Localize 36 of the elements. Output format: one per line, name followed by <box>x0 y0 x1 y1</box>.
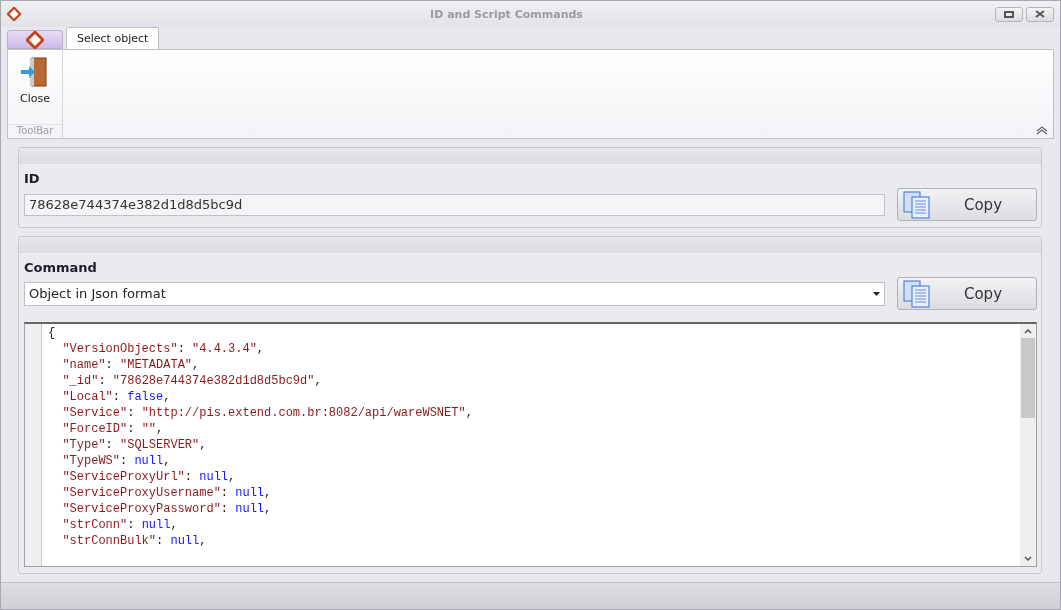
code-line: "VersionObjects": "4.4.3.4", <box>61 341 266 357</box>
window-title: ID and Script Commands <box>429 7 584 21</box>
ribbon-tab[interactable]: Select object <box>66 27 160 49</box>
copy-button[interactable]: Copy <box>897 277 1037 310</box>
close-button[interactable]: Close <box>16 50 54 124</box>
code-line: "Type": "SQLSERVER", <box>61 437 208 453</box>
code-line: "ServiceProxyUsername": null, <box>61 485 273 501</box>
code-line: { <box>48 325 57 341</box>
code-editor[interactable] <box>24 322 1037 567</box>
code-line: "strConn": null, <box>61 517 179 533</box>
code-line: "name": "METADATA", <box>61 357 201 373</box>
code-line: "Local": false, <box>61 389 172 405</box>
application-menu-button[interactable] <box>7 30 63 49</box>
code-line: "ForceID": "", <box>61 421 165 437</box>
door-exit-icon <box>20 56 50 88</box>
group-label: ToolBar <box>8 124 62 138</box>
copy-button[interactable]: Copy <box>897 188 1037 221</box>
code-line: "ServiceProxyPassword": null, <box>61 501 273 517</box>
logo-icon <box>7 7 21 21</box>
dropdown-arrow-icon <box>873 291 880 296</box>
command-dropdown[interactable]: Object in Json format <box>24 281 885 306</box>
maximize-icon <box>1004 10 1014 18</box>
code-line: "ServiceProxyUrl": null, <box>61 469 237 485</box>
field-label: Command <box>24 260 98 275</box>
code-line: "strConnBulk": null, <box>61 533 208 549</box>
code-line: "TypeWS": null, <box>61 453 172 469</box>
collapse-ribbon-icon[interactable] <box>1035 125 1049 135</box>
code-line: "Service": "http://pis.extend.com.br:8082/api/wareWSNET", <box>61 405 474 421</box>
scrollbar[interactable] <box>1020 324 1036 566</box>
id-field[interactable]: 78628e744374e382d1d8d5bc9d <box>24 193 885 216</box>
field-label: ID <box>24 171 41 186</box>
logo-icon <box>26 30 44 49</box>
close-icon <box>1035 10 1045 18</box>
maximize-button[interactable] <box>995 6 1023 22</box>
code-line: "_id": "78628e744374e382d1d8d5bc9d", <box>61 373 323 389</box>
close-button[interactable] <box>1026 6 1054 22</box>
